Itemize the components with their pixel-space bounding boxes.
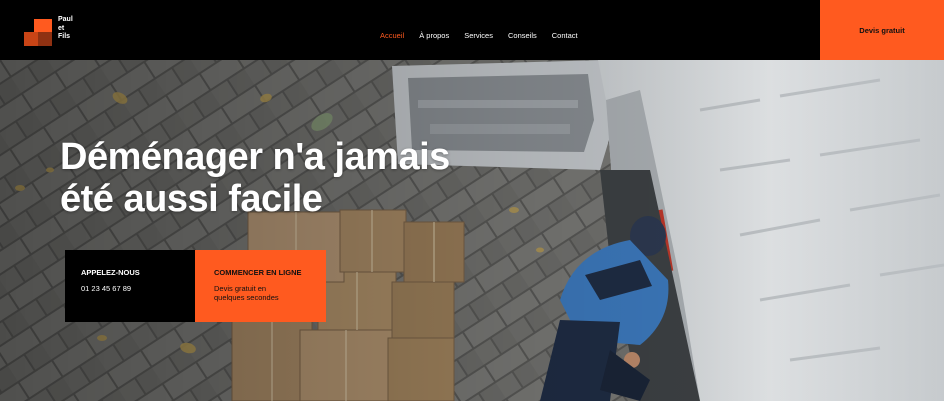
hero-headline: Déménager n'a jamais été aussi facile [60, 136, 580, 220]
call-us-box[interactable]: APPELEZ-NOUS 01 23 45 67 89 [65, 250, 195, 322]
logo-mark-icon [24, 16, 52, 46]
logo-line: Paul [58, 16, 73, 23]
phone-number[interactable]: 01 23 45 67 89 [81, 284, 179, 293]
logo-wordmark: Paul et Fils [58, 16, 98, 42]
nav-item-accueil[interactable]: Accueil [380, 30, 404, 42]
start-online-button[interactable]: COMMENCER EN LIGNE Devis gratuit en quel… [195, 250, 326, 322]
start-online-subtitle: Devis gratuit en quelques secondes [214, 284, 279, 302]
headline-line: Déménager n'a jamais [60, 136, 450, 178]
nav-item-a-propos[interactable]: À propos [419, 30, 449, 42]
hero-background-image [0, 60, 944, 401]
nav-item-conseils[interactable]: Conseils [508, 30, 537, 42]
hero-section: Déménager n'a jamais été aussi facile AP… [0, 60, 944, 401]
free-quote-button[interactable]: Devis gratuit [820, 0, 944, 60]
nav-item-contact[interactable]: Contact [552, 30, 578, 42]
start-online-title: COMMENCER EN LIGNE [214, 268, 302, 277]
nav-item-services[interactable]: Services [464, 30, 493, 42]
logo[interactable]: Paul et Fils [24, 16, 84, 50]
site-header: Paul et Fils Accueil À propos Services C… [0, 0, 944, 60]
headline-line: été aussi facile [60, 178, 323, 220]
logo-line: et [58, 24, 65, 32]
main-nav: Accueil À propos Services Conseils Conta… [380, 30, 578, 42]
logo-line: Fils [58, 33, 71, 40]
call-us-title: APPELEZ-NOUS [81, 268, 140, 277]
